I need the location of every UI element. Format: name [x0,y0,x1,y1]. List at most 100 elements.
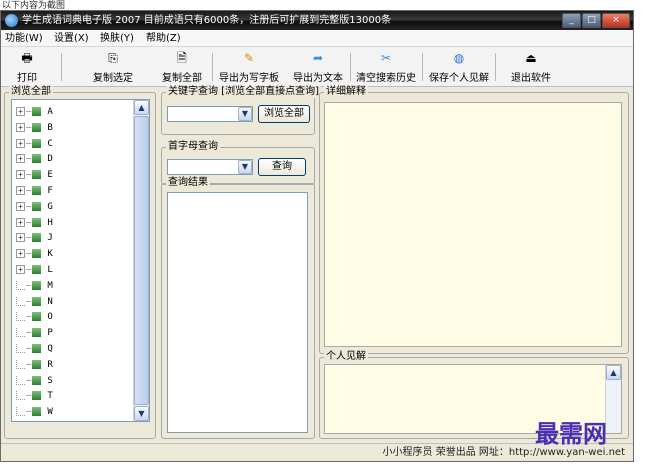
expand-icon[interactable]: + [16,107,25,116]
tree-line [16,296,25,306]
toolbar-separator [495,53,496,81]
tree-item-g[interactable]: + – G [16,201,53,214]
menu-function[interactable]: 功能(W) [5,32,43,45]
tree-item-a[interactable]: + – A [16,106,53,119]
tree-connector: – [26,359,32,370]
expand-icon[interactable]: + [16,217,25,227]
results-label: 查询结果 [166,177,210,189]
watermark-logo: 最需网 [535,419,607,448]
tree-item-f[interactable]: + – F [16,185,53,198]
search-button[interactable]: 查询 [258,158,306,176]
tree-item-t[interactable]: – T [16,390,53,403]
tree-connector: – [26,265,32,275]
results-list[interactable] [167,192,308,433]
close-button[interactable]: × [602,13,630,28]
opinion-scrollbar[interactable]: ▲ [605,365,621,433]
tree-item-label: D [47,154,53,165]
status-text: 小小程序员 荣誉出品 网址：http://www.yan-wei.net [382,447,625,458]
folder-icon [32,375,42,385]
maximize-button[interactable]: □ [582,13,601,28]
tree-item-q[interactable]: – Q [16,343,53,356]
expand-icon[interactable]: + [16,138,25,148]
tree-line [16,280,25,290]
export-text-button[interactable]: ➦ 导出为文本 [288,48,348,86]
expand-icon[interactable]: + [16,186,25,195]
chevron-down-icon[interactable]: ▼ [238,107,252,121]
tree-connector: – [26,233,32,244]
folder-icon [32,233,42,243]
menu-help[interactable]: 帮助(Z) [146,32,181,45]
expand-icon[interactable]: + [16,154,25,164]
folder-icon [32,138,42,148]
save-opinion-button[interactable]: ◍ 保存个人见解 [425,48,493,86]
print-button[interactable]: 🖶 打印 [7,48,47,86]
tree-item-k[interactable]: + – K [16,248,53,261]
expand-icon[interactable]: + [16,201,25,211]
chevron-down-icon[interactable]: ▼ [238,160,252,174]
tree-connector: – [26,344,32,354]
tree-item-j[interactable]: + – J [16,232,53,245]
folder-icon [32,265,42,274]
initial-combo[interactable]: ▼ [167,159,253,175]
expand-icon[interactable]: + [16,122,25,132]
menu-skin[interactable]: 换肤(Y) [100,32,134,45]
main-window: 学生成语词典电子版 2007 目前成语只有6000条，注册后可扩展到完整版130… [0,10,634,462]
folder-icon [32,217,42,227]
tree-connector: – [26,122,32,133]
expand-icon[interactable]: + [16,265,25,274]
tree-item-l[interactable]: + – L [16,264,53,277]
tree-item-label: P [47,328,53,339]
menu-settings[interactable]: 设置(X) [54,32,89,45]
tree-item-label: N [47,296,53,307]
browse-all-button[interactable]: 浏览全部 [258,105,310,123]
keyword-search-label: 关键字查询 [浏览全部直接点查询] [166,86,321,98]
detail-text-area[interactable] [324,102,622,347]
tree-item-label: W [47,407,53,418]
scroll-up-icon[interactable]: ▲ [606,365,621,380]
tree-connector: – [26,107,32,117]
tree-item-m[interactable]: – M [16,280,53,293]
folder-icon [32,107,42,116]
expand-icon[interactable]: + [16,249,25,259]
exit-button[interactable]: ⏏ 退出软件 [503,48,559,86]
tree-item-h[interactable]: + – H [16,217,53,230]
minimize-button[interactable]: _ [562,13,581,28]
clear-history-button[interactable]: ✂ 清空搜索历史 [353,48,419,86]
tree-item-n[interactable]: – N [16,296,53,309]
toolbar-separator [61,53,62,81]
title-bar[interactable]: 学生成语词典电子版 2007 目前成语只有6000条，注册后可扩展到完整版130… [1,11,633,30]
tree-item-o[interactable]: – O [16,311,53,324]
export-arrow-icon: ➦ [312,51,324,65]
tree-item-d[interactable]: + – D [16,153,53,166]
tree-item-label: B [47,122,53,133]
expand-icon[interactable]: + [16,170,25,180]
export-wordpad-button[interactable]: ✎ 导出为写字板 [215,48,283,86]
tree-item-b[interactable]: + – B [16,122,53,135]
tree-connector: – [26,407,32,418]
folder-icon [32,312,42,322]
scroll-down-icon[interactable]: ▼ [134,406,149,421]
tree-connector: – [26,280,32,291]
browse-all-label: 浏览全部 [9,86,53,98]
folder-icon [32,407,42,417]
tree-item-p[interactable]: – P [16,327,53,340]
tree-item-e[interactable]: + – E [16,169,53,182]
keyword-combo[interactable]: ▼ [167,106,253,122]
expand-icon[interactable]: + [16,233,25,243]
tree-item-label: C [47,138,53,149]
tree-item-r[interactable]: – R [16,359,53,372]
tree-item-c[interactable]: + – C [16,138,53,151]
scroll-thumb[interactable] [134,116,149,405]
tree-connector: – [26,186,32,196]
copy-all-button[interactable]: 🗎 复制全部 [154,48,210,86]
letter-tree[interactable]: + – A + – B + – C + – D + – E + – F + – G + – H + – J + – K + – L – M – N – O –… [11,99,150,422]
tree-connector: – [26,375,32,386]
toolbar-separator [422,53,423,81]
tree-item-w[interactable]: – W [16,406,53,419]
clear-icon: ✂ [380,51,392,65]
scroll-up-icon[interactable]: ▲ [134,100,149,115]
tree-line [16,407,25,417]
tree-item-s[interactable]: – S [16,375,53,388]
tree-scrollbar[interactable]: ▲ ▼ [133,100,149,421]
copy-selected-button[interactable]: ⎘ 复制选定 [85,48,141,86]
